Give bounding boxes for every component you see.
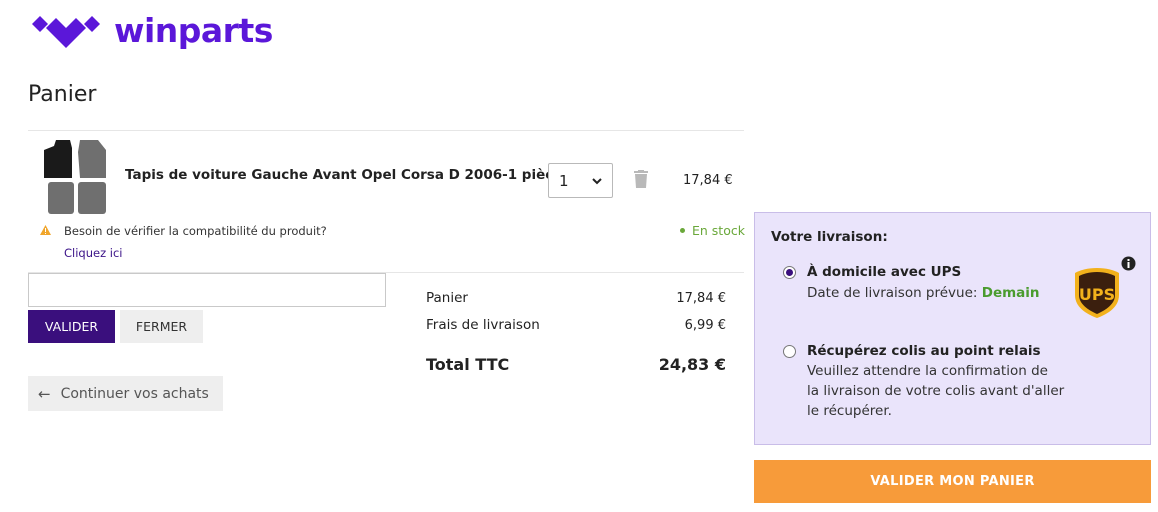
compatibility-notice: Besoin de vérifier la compatibilité du p…	[64, 224, 327, 238]
close-promo-button[interactable]: FERMER	[120, 310, 203, 343]
stock-dot-icon	[680, 228, 685, 233]
checkout-button[interactable]: VALIDER MON PANIER	[754, 460, 1151, 503]
brand-name: winparts	[114, 10, 273, 50]
continue-shopping-label: Continuer vos achats	[60, 385, 209, 402]
arrow-left-icon: ←	[38, 384, 51, 403]
radio-pickup-point[interactable]	[783, 345, 796, 358]
divider	[28, 130, 744, 131]
promo-code-input[interactable]	[28, 273, 386, 307]
delivery-panel: Votre livraison: À domicile avec UPS Dat…	[754, 212, 1151, 445]
quantity-value: 1	[559, 171, 569, 190]
page-title: Panier	[28, 82, 97, 107]
stock-status: En stock	[680, 223, 745, 238]
radio-home-delivery[interactable]	[783, 266, 796, 279]
total-value: 24,83 €	[658, 355, 726, 374]
continue-shopping-button[interactable]: ← Continuer vos achats	[28, 376, 223, 411]
item-price: 17,84 €	[683, 173, 733, 188]
subtotal-value: 17,84 €	[676, 291, 726, 306]
delivery-title: Votre livraison:	[771, 229, 888, 245]
winparts-logo-icon	[32, 16, 100, 48]
compatibility-link[interactable]: Cliquez ici	[64, 246, 123, 260]
pickup-note-line: le récupérer.	[807, 403, 892, 419]
validate-promo-button[interactable]: VALIDER	[28, 310, 115, 343]
info-icon[interactable]	[1121, 256, 1136, 271]
pickup-point-title[interactable]: Récupérez colis au point relais	[807, 343, 1041, 359]
home-delivery-title[interactable]: À domicile avec UPS	[807, 264, 961, 280]
warning-icon	[40, 225, 51, 235]
ups-logo-text: UPS	[1079, 285, 1115, 304]
winparts-logo[interactable]: winparts	[32, 10, 273, 50]
total-label: Total TTC	[426, 355, 510, 374]
pickup-note-line: la livraison de votre colis avant d'alle…	[807, 383, 1065, 399]
chevron-down-icon	[592, 177, 602, 184]
trash-icon[interactable]	[633, 170, 649, 188]
delivery-date-value: Demain	[981, 285, 1040, 301]
pickup-note-line: Veuillez attendre la confirmation de	[807, 363, 1048, 379]
shipping-label: Frais de livraison	[426, 317, 540, 333]
product-name[interactable]: Tapis de voiture Gauche Avant Opel Corsa…	[125, 167, 562, 183]
subtotal-label: Panier	[426, 290, 468, 306]
delivery-date: Date de livraison prévue: Demain	[807, 285, 1040, 301]
stock-label: En stock	[692, 223, 745, 238]
product-image	[44, 140, 106, 214]
shipping-value: 6,99 €	[684, 318, 726, 333]
ups-logo-icon: UPS	[1075, 268, 1119, 318]
quantity-select[interactable]: 1	[548, 163, 613, 198]
delivery-date-label: Date de livraison prévue:	[807, 285, 982, 301]
